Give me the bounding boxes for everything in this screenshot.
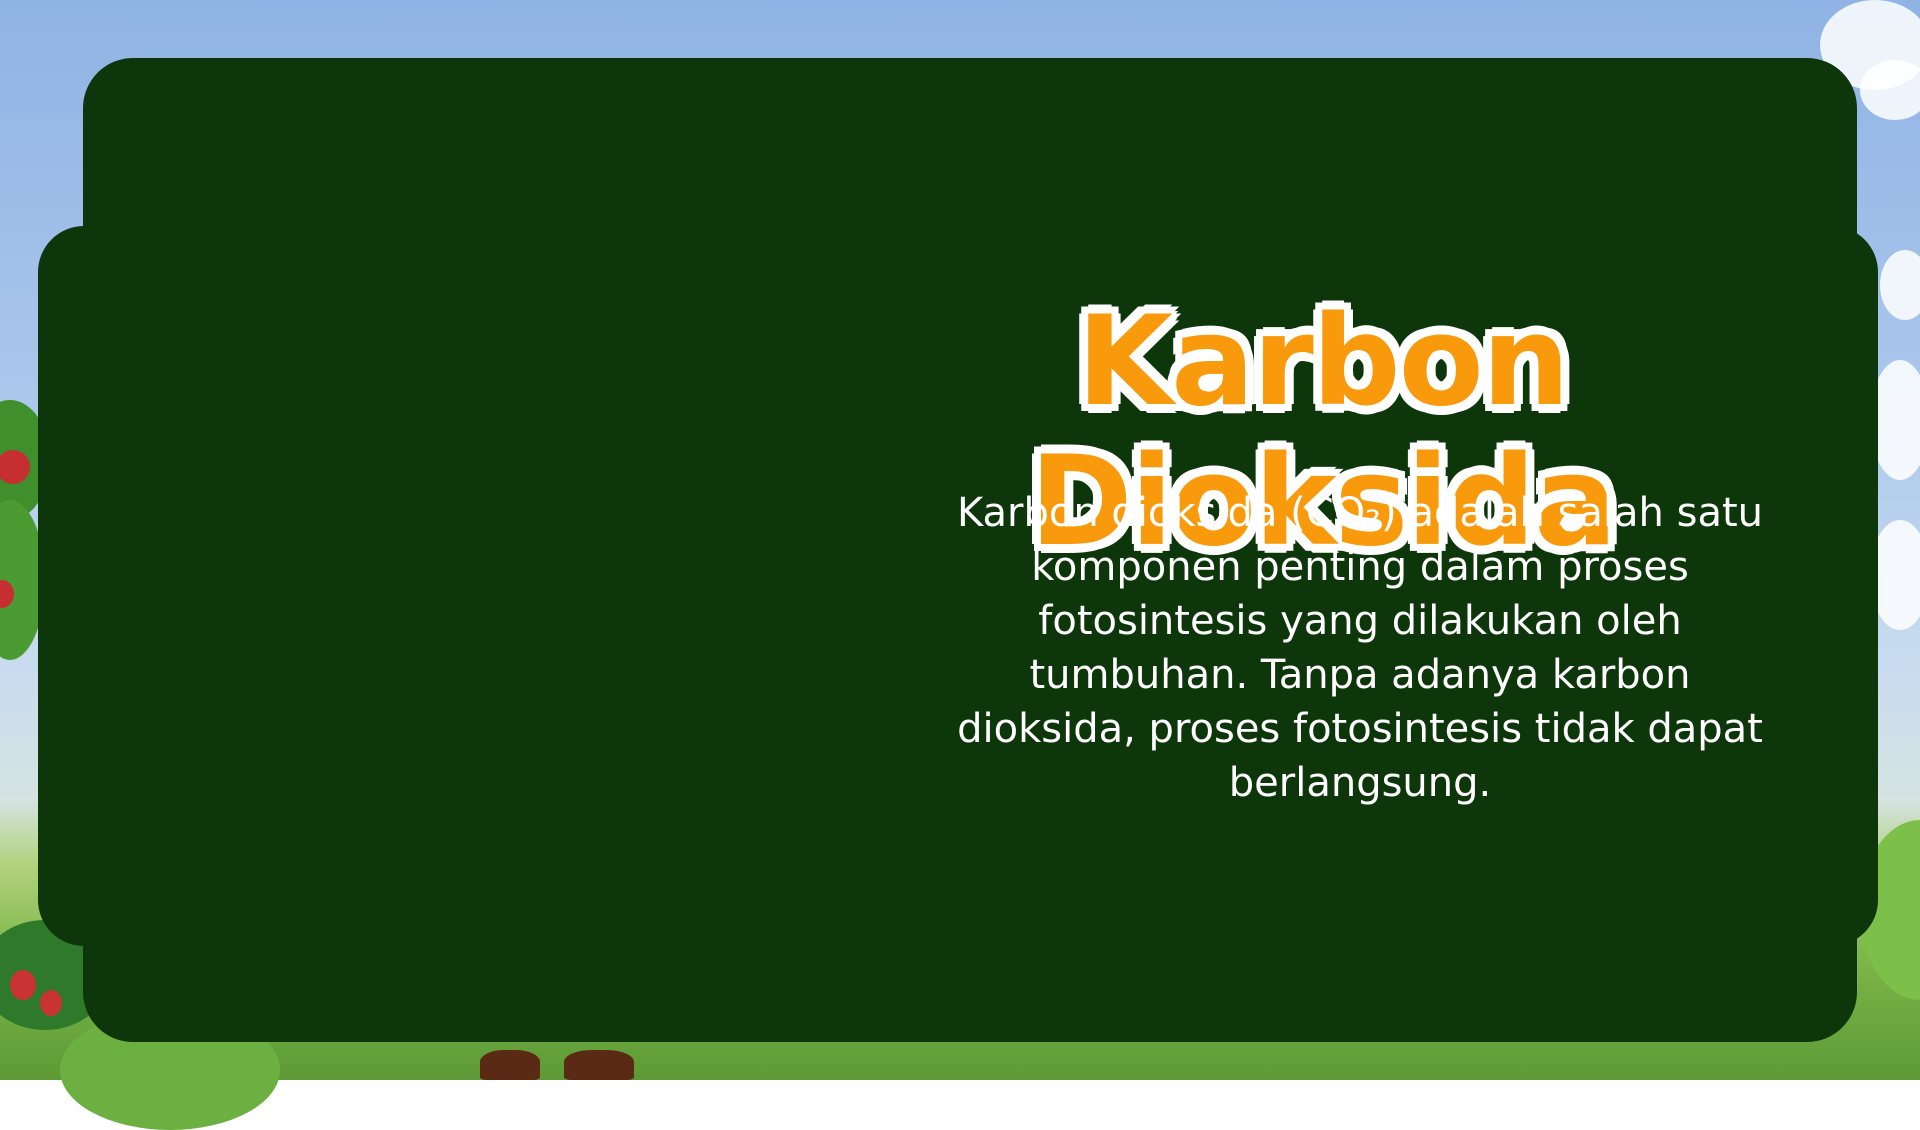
strawberry [10, 970, 36, 1000]
cloud [1860, 60, 1920, 120]
cloud [1880, 250, 1920, 320]
shoe [564, 1050, 634, 1080]
shoe [480, 1050, 540, 1080]
strawberry [40, 990, 62, 1016]
slide-body-text: Karbon dioksida (CO₂) adalah salah satu … [956, 490, 1764, 806]
